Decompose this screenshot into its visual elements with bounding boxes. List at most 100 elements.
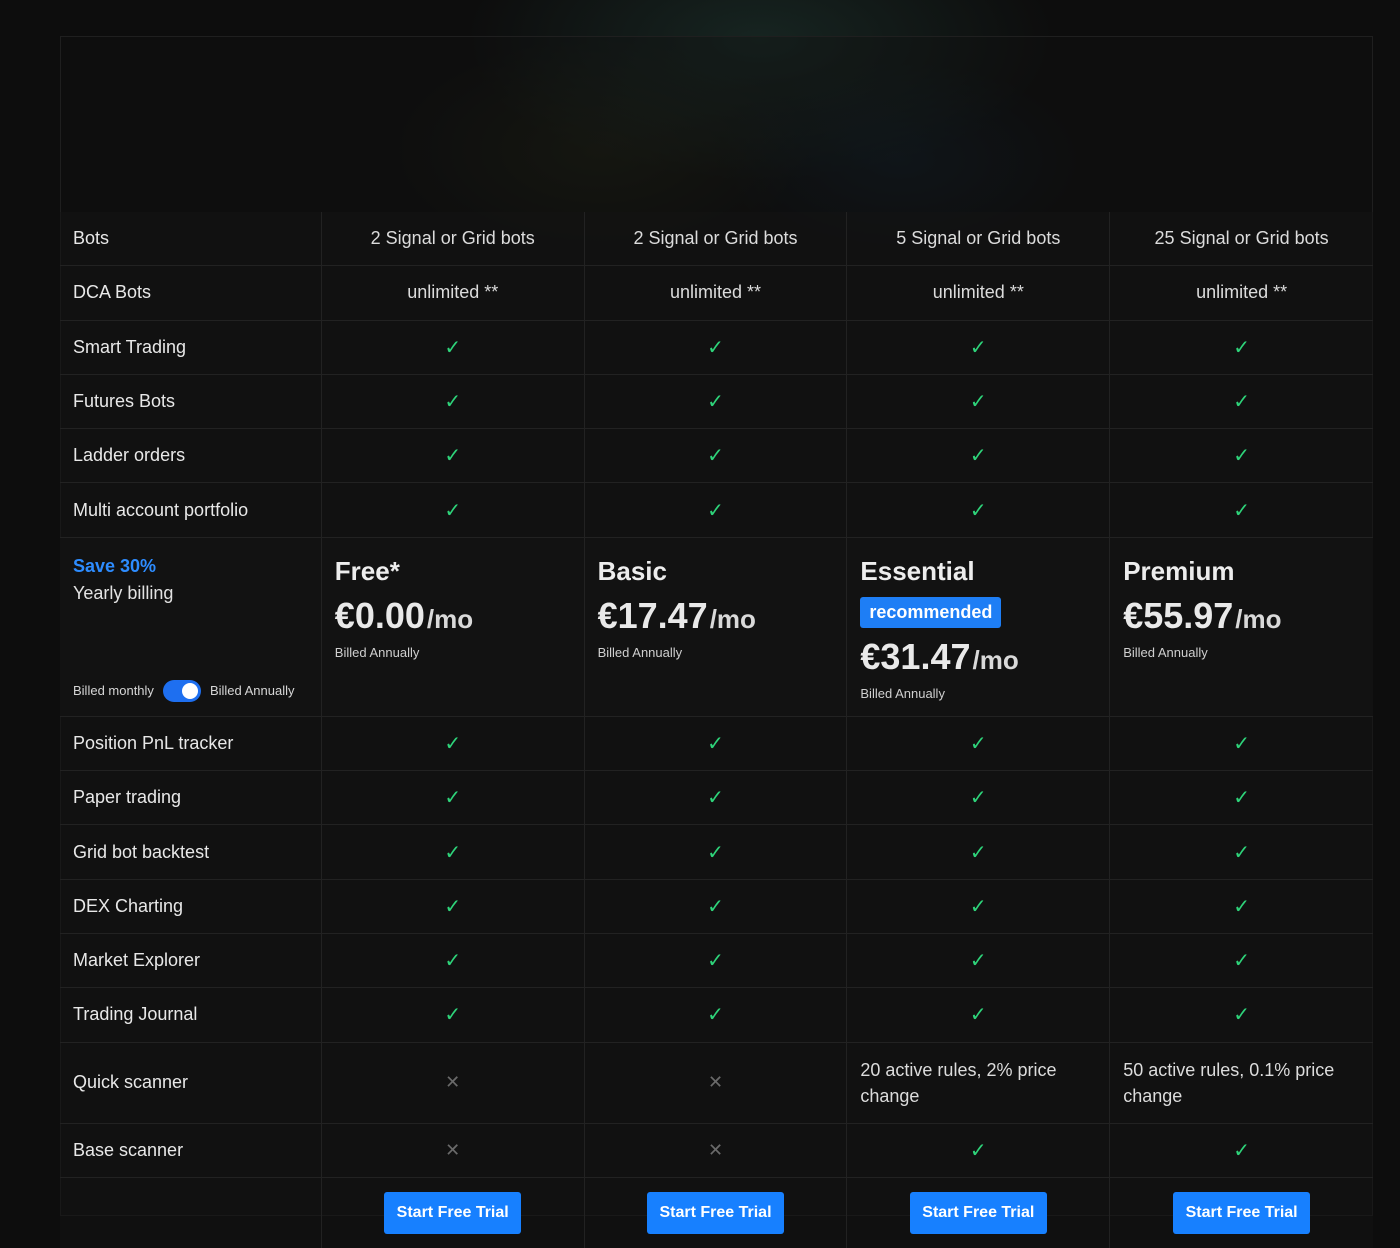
cta-cell: Start Free Trial — [321, 1177, 585, 1248]
feature-value-cell: ✓ — [321, 825, 585, 879]
check-icon: ✓ — [707, 950, 724, 973]
billed-monthly-label: Billed monthly — [73, 683, 154, 699]
feature-value-cell: ✕ — [321, 1042, 585, 1123]
check-icon: ✓ — [444, 445, 462, 468]
feature-value-cell: ✓ — [321, 320, 585, 374]
price-period: /mo — [972, 644, 1019, 675]
billing-toggle[interactable] — [162, 679, 201, 702]
pricing-band: Save 30% Yearly billing Billed monthly B… — [60, 537, 1373, 717]
check-icon: ✓ — [1233, 499, 1250, 522]
check-icon: ✓ — [1233, 787, 1250, 810]
feature-label: Bots — [60, 212, 322, 266]
feature-rows-bottom: Position PnL tracker ✓ ✓ ✓ ✓ Paper trading ✓ ✓ ✓… — [60, 716, 1374, 1178]
check-icon: ✓ — [444, 1004, 462, 1027]
start-free-trial-button[interactable]: Start Free Trial — [909, 1191, 1047, 1234]
feature-label: Position PnL tracker — [60, 716, 322, 771]
check-icon: ✓ — [707, 787, 724, 810]
feature-value-cell: ✓ — [321, 483, 585, 537]
start-free-trial-button[interactable]: Start Free Trial — [384, 1191, 522, 1234]
feature-row-position-pnl-tracker: Position PnL tracker ✓ ✓ ✓ ✓ — [60, 716, 1373, 772]
feature-value-cell: ✓ — [1110, 988, 1373, 1042]
billed-note: Billed Annually — [334, 644, 420, 660]
plan-price: €31.47/mo — [860, 636, 1018, 678]
check-icon: ✓ — [444, 336, 462, 359]
feature-value: unlimited ** — [1110, 266, 1373, 320]
plan-card-premium: Premium €55.97/mo Billed Annually — [1110, 537, 1373, 716]
check-icon: ✓ — [969, 336, 987, 359]
billed-note: Billed Annually — [1123, 644, 1208, 660]
feature-value-cell: ✓ — [584, 716, 848, 771]
plan-name: Essential — [860, 555, 975, 586]
check-icon: ✓ — [969, 841, 987, 864]
check-icon: ✓ — [707, 895, 724, 918]
feature-value-cell: ✓ — [1110, 483, 1373, 537]
feature-row-dca-bots: DCA Bots unlimited ** unlimited ** unlimite… — [60, 266, 1373, 321]
plan-name: Free* — [334, 555, 400, 586]
feature-value-cell: ✓ — [847, 825, 1111, 879]
feature-row-grid-bot-backtest: Grid bot backtest ✓ ✓ ✓ ✓ — [60, 825, 1373, 880]
cross-icon: ✕ — [707, 1139, 724, 1160]
feature-value-cell: ✓ — [1110, 320, 1373, 374]
check-icon: ✓ — [444, 950, 462, 973]
check-icon: ✓ — [969, 499, 987, 522]
cross-icon: ✕ — [445, 1139, 461, 1160]
feature-value-cell: ✓ — [584, 429, 848, 483]
feature-value-cell: ✓ — [847, 429, 1111, 483]
check-icon: ✓ — [444, 895, 462, 918]
feature-value-cell: ✓ — [321, 374, 585, 429]
feature-value-cell: ✓ — [1110, 933, 1373, 988]
check-icon: ✓ — [1233, 336, 1250, 359]
feature-value-cell: ✕ — [321, 1123, 585, 1177]
plan-card-free: Free* €0.00/mo Billed Annually — [321, 537, 585, 716]
feature-value-cell: ✓ — [1110, 825, 1373, 879]
check-icon: ✓ — [707, 391, 724, 414]
feature-value-cell: ✓ — [321, 716, 585, 771]
feature-row-trading-journal: Trading Journal ✓ ✓ ✓ ✓ — [60, 988, 1373, 1043]
feature-row-quick-scanner: Quick scanner ✕ ✕ 20 active rules, 2% price… — [60, 1042, 1374, 1124]
cross-icon: ✕ — [707, 1072, 724, 1093]
feature-value: 50 active rules, 0.1% price change — [1110, 1042, 1374, 1123]
feature-value: unlimited ** — [847, 266, 1111, 320]
feature-label: Smart Trading — [60, 320, 322, 374]
check-icon: ✓ — [707, 732, 724, 755]
recommended-badge: recommended — [860, 596, 1002, 628]
check-icon: ✓ — [707, 336, 724, 359]
check-icon: ✓ — [1233, 732, 1250, 755]
cta-cell: Start Free Trial — [584, 1177, 848, 1248]
plan-card-essential: Essential recommended €31.47/mo Billed Annu… — [847, 537, 1111, 716]
price-amount: €55.97 — [1123, 594, 1234, 636]
check-icon: ✓ — [969, 1004, 987, 1027]
toggle-knob — [181, 682, 198, 699]
feature-value-cell: ✓ — [584, 483, 848, 537]
feature-value: 2 Signal or Grid bots — [584, 212, 848, 266]
feature-value-cell: ✕ — [584, 1042, 848, 1123]
feature-value-cell: ✓ — [1110, 716, 1373, 771]
price-amount: €0.00 — [334, 594, 425, 636]
check-icon: ✓ — [1233, 895, 1250, 918]
price-amount: €17.47 — [597, 594, 708, 636]
feature-label: DEX Charting — [60, 879, 322, 933]
feature-value-cell: ✕ — [584, 1123, 848, 1177]
feature-value-cell: ✓ — [1110, 879, 1373, 933]
billing-cell: Save 30% Yearly billing Billed monthly B… — [60, 537, 322, 716]
price-period: /mo — [709, 603, 756, 634]
feature-value-cell: ✓ — [847, 716, 1111, 771]
check-icon: ✓ — [707, 499, 724, 522]
check-icon: ✓ — [1233, 1004, 1250, 1027]
feature-value-cell: ✓ — [584, 933, 848, 988]
feature-value-cell: ✓ — [847, 483, 1111, 537]
plan-name: Basic — [597, 555, 667, 586]
start-free-trial-button[interactable]: Start Free Trial — [1173, 1191, 1311, 1234]
feature-value-cell: ✓ — [1110, 374, 1373, 429]
feature-value-cell: ✓ — [321, 933, 585, 988]
feature-value: unlimited ** — [584, 266, 848, 320]
feature-value-cell: ✓ — [847, 933, 1111, 988]
plan-price: €0.00/mo — [335, 595, 473, 637]
start-free-trial-button[interactable]: Start Free Trial — [647, 1191, 784, 1234]
cta-row: Start Free Trial Start Free Trial Start Fr… — [60, 1177, 1373, 1248]
feature-value-cell: ✓ — [847, 771, 1111, 825]
save-badge: Save 30% — [73, 555, 157, 576]
check-icon: ✓ — [969, 732, 987, 755]
cross-icon: ✕ — [445, 1072, 461, 1093]
feature-value-cell: ✓ — [584, 879, 848, 933]
